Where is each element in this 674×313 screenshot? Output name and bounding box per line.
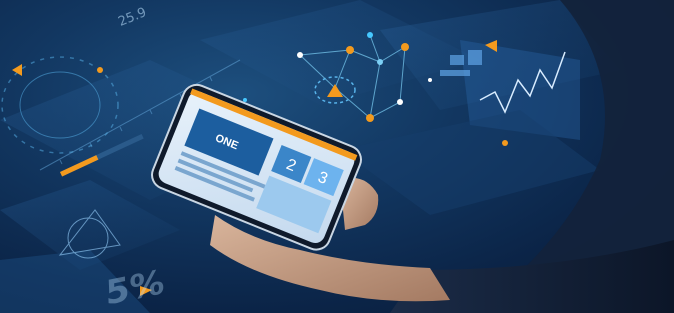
holographic-dashboard-scene: ONE 2 3 25.9 5% xyxy=(0,0,674,313)
holographic-overlay: ONE 2 3 xyxy=(0,0,674,313)
orange-arrow-marker-left xyxy=(12,64,22,76)
smartphone: ONE 2 3 xyxy=(151,83,362,251)
